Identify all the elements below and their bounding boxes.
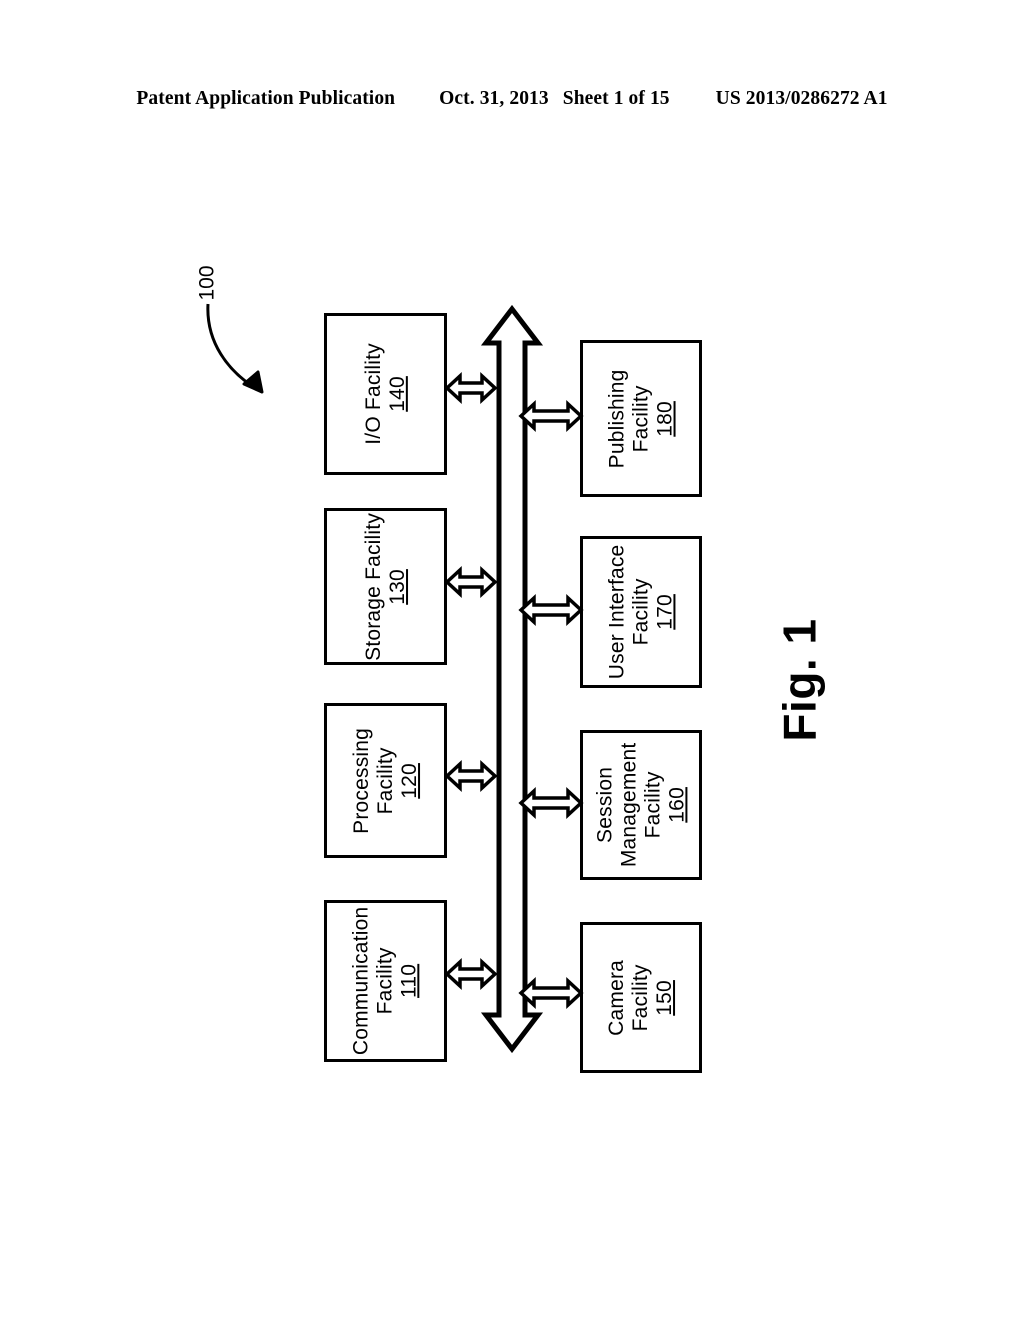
box-storage-facility-label: Storage Facility 130 xyxy=(362,513,410,661)
box-storage-facility[interactable]: Storage Facility 130 xyxy=(324,508,447,665)
connector-io-facility-to-bus xyxy=(444,372,498,404)
connector-storage-facility-to-bus xyxy=(444,566,498,598)
box-user-interface-facility-ref: 170 xyxy=(652,594,676,630)
box-publishing-facility-title-line1: Publishing xyxy=(605,369,629,468)
system-reference-numeral-text: 100 xyxy=(195,265,219,301)
figure-caption: Fig. 1 xyxy=(740,570,860,790)
box-camera-facility[interactable]: Camera Facility 150 xyxy=(580,922,702,1073)
box-session-management-facility-title-line3: Facility xyxy=(641,771,665,839)
box-storage-facility-ref: 130 xyxy=(385,568,409,605)
connector-communication-facility-to-bus xyxy=(444,958,498,990)
box-processing-facility[interactable]: Processing Facility 120 xyxy=(324,703,447,858)
reference-lead-line xyxy=(206,303,264,394)
box-user-interface-facility-label: User Interface Facility 170 xyxy=(605,545,677,680)
box-communication-facility-title-line1: Communication xyxy=(349,906,373,1056)
connector-bus-to-session-management-facility xyxy=(518,787,584,819)
box-publishing-facility[interactable]: Publishing Facility 180 xyxy=(580,340,702,497)
box-io-facility[interactable]: I/O Facility 140 xyxy=(324,313,447,475)
box-processing-facility-title-line1: Processing xyxy=(349,727,373,834)
box-communication-facility-title-line2: Facility xyxy=(373,947,397,1015)
box-publishing-facility-ref: 180 xyxy=(652,400,676,437)
box-camera-facility-ref: 150 xyxy=(652,979,676,1016)
box-io-facility-ref: 140 xyxy=(385,376,409,412)
box-publishing-facility-title-line2: Facility xyxy=(629,385,653,452)
box-session-management-facility-title-line1: Session xyxy=(593,766,617,844)
box-camera-facility-title-line2: Facility xyxy=(629,964,653,1031)
box-session-management-facility-title-line2: Management xyxy=(617,742,641,868)
connector-processing-facility-to-bus xyxy=(444,760,498,792)
box-communication-facility-ref: 110 xyxy=(397,963,421,999)
box-storage-facility-title: Storage Facility xyxy=(361,512,385,661)
connector-bus-to-publishing-facility xyxy=(518,400,584,432)
box-publishing-facility-label: Publishing Facility 180 xyxy=(605,369,677,468)
box-camera-facility-title-line1: Camera xyxy=(605,959,629,1036)
box-communication-facility[interactable]: Communication Facility 110 xyxy=(324,900,447,1062)
box-session-management-facility[interactable]: Session Management Facility 160 xyxy=(580,730,702,880)
connector-bus-to-camera-facility xyxy=(518,977,584,1009)
box-session-management-facility-ref: 160 xyxy=(664,787,688,823)
box-user-interface-facility-title-line1: User Interface xyxy=(605,544,629,680)
box-io-facility-title: I/O Facility xyxy=(361,343,385,445)
box-user-interface-facility[interactable]: User Interface Facility 170 xyxy=(580,536,702,688)
box-communication-facility-label: Communication Facility 110 xyxy=(350,907,422,1056)
box-camera-facility-label: Camera Facility 150 xyxy=(605,960,677,1036)
figure-caption-text: Fig. 1 xyxy=(774,618,826,742)
box-processing-facility-label: Processing Facility 120 xyxy=(350,728,422,834)
box-processing-facility-ref: 120 xyxy=(397,762,421,799)
box-processing-facility-title-line2: Facility xyxy=(373,747,397,814)
box-io-facility-label: I/O Facility 140 xyxy=(362,343,410,445)
box-user-interface-facility-title-line2: Facility xyxy=(629,578,653,646)
connector-bus-to-user-interface-facility xyxy=(518,594,584,626)
figure-1-diagram: 100 I/O Facility 140 Storage Facility 13… xyxy=(0,0,1024,1320)
box-session-management-facility-label: Session Management Facility 160 xyxy=(593,743,689,868)
